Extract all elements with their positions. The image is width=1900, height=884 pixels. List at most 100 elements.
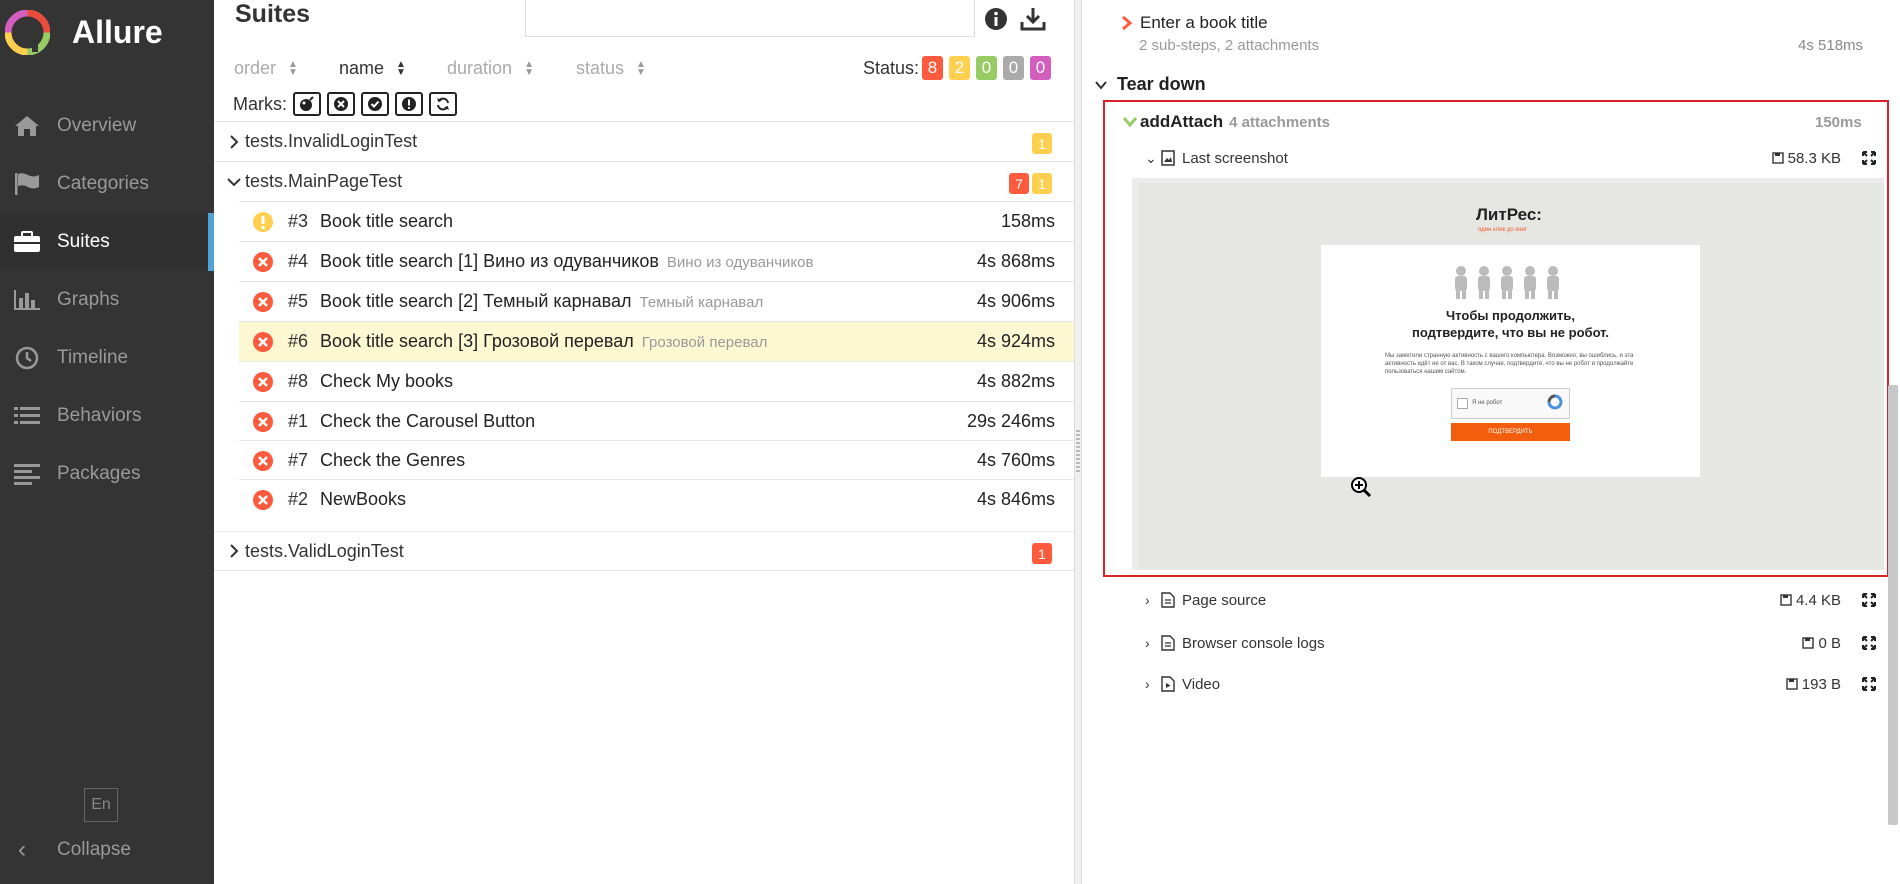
- sort-arrows-icon: ▲ ▼: [396, 58, 406, 78]
- captcha-card: Чтобы продолжить, подтвердите, что вы не…: [1321, 245, 1700, 477]
- attachment-video[interactable]: › Video 193 B: [1145, 669, 1885, 699]
- splitter-grip[interactable]: [1076, 430, 1080, 474]
- suite-group-invalid-login[interactable]: tests.InvalidLoginTest 1: [214, 121, 1074, 161]
- test-row-selected[interactable]: #6 Book title search [3] Грозовой перева…: [239, 321, 1074, 361]
- status-failed-toggle[interactable]: 8: [922, 56, 943, 80]
- step-enter-book-title[interactable]: Enter a book title: [1120, 13, 1268, 33]
- test-title: Check the Carousel Button: [320, 411, 536, 431]
- recaptcha-icon: [1547, 394, 1563, 410]
- new-broken-icon[interactable]: [395, 92, 423, 116]
- test-duration: 29s 246ms: [966, 411, 1055, 431]
- chevron-left-icon: ‹: [18, 836, 26, 863]
- suite-group-valid-login[interactable]: tests.ValidLoginTest 1: [214, 531, 1074, 571]
- step-duration: 4s 518ms: [1798, 37, 1864, 54]
- failed-status-icon: [253, 371, 273, 392]
- expand-icon[interactable]: [1861, 592, 1877, 608]
- captcha-text: Мы заметили странную активность с вашего…: [1385, 353, 1634, 375]
- sidebar-item-overview[interactable]: Overview: [0, 97, 214, 155]
- teardown-section[interactable]: Tear down: [1094, 74, 1206, 95]
- status-passed-toggle[interactable]: 0: [976, 56, 997, 80]
- attachment-page-source[interactable]: › Page source 4.4 KB: [1145, 585, 1885, 615]
- attachment-size: 193 B: [1786, 676, 1841, 693]
- expand-icon[interactable]: [1861, 635, 1877, 651]
- status-broken-toggle[interactable]: 2: [949, 56, 970, 80]
- test-name: Check the Carousel Button: [320, 411, 543, 432]
- failed-status-icon: [253, 331, 273, 352]
- logo[interactable]: Allure: [5, 10, 163, 55]
- marks-label: Marks:: [233, 93, 287, 114]
- test-duration: 4s 906ms: [976, 291, 1055, 311]
- sidebar-item-packages[interactable]: Packages: [0, 445, 214, 503]
- attachment-size: 0 B: [1802, 635, 1841, 652]
- sidebar-item-label: Packages: [57, 463, 141, 484]
- zoom-in-cursor-icon: [1351, 477, 1372, 498]
- size-value: 193 B: [1801, 675, 1841, 693]
- collapse-button[interactable]: ‹ Collapse: [0, 826, 214, 874]
- video-file-icon: [1161, 676, 1175, 692]
- clock-icon: [12, 346, 42, 370]
- test-title: Book title search [3] Грозовой перевал: [320, 331, 634, 351]
- test-number: #2: [288, 489, 309, 509]
- sidebar-item-behaviors[interactable]: Behaviors: [0, 387, 214, 445]
- suite-group-main-page[interactable]: tests.MainPageTest 7 1: [214, 161, 1074, 201]
- image-file-icon: [1161, 150, 1175, 166]
- expand-icon[interactable]: [1861, 150, 1877, 166]
- new-failed-icon[interactable]: [327, 92, 355, 116]
- new-passed-icon[interactable]: [361, 92, 389, 116]
- attachment-browser-console-logs[interactable]: › Browser console logs 0 B: [1145, 628, 1885, 658]
- test-row[interactable]: #4 Book title search [1] Вино из одуванч…: [239, 241, 1074, 281]
- confirm-button: ПОДТВЕРДИТЬ: [1451, 423, 1570, 441]
- status-skipped-toggle[interactable]: 0: [1003, 56, 1024, 80]
- info-icon[interactable]: [982, 5, 1010, 33]
- test-row[interactable]: #3 Book title search 158ms: [239, 201, 1074, 241]
- screenshot-image: ЛитРес: один клик до книг Чтобы продолжи…: [1138, 183, 1884, 570]
- sort-arrows-icon: ▲ ▼: [524, 58, 534, 78]
- litres-logo: ЛитРес:: [1476, 205, 1542, 224]
- sort-duration[interactable]: duration ▲ ▼: [447, 58, 534, 79]
- section-title: Tear down: [1117, 74, 1206, 94]
- screenshot-preview[interactable]: ЛитРес: один клик до книг Чтобы продолжи…: [1132, 178, 1884, 570]
- suites-pane: Suites order ▲ ▼ name ▲ ▼ duration ▲ ▼ status ▲…: [214, 0, 1074, 884]
- sort-label: name: [339, 58, 385, 78]
- test-duration: 4s 868ms: [976, 251, 1055, 271]
- attachment-name: Video: [1182, 675, 1221, 693]
- sort-order[interactable]: order ▲ ▼: [234, 58, 298, 79]
- test-name: Check the Genres: [320, 450, 473, 471]
- save-icon: [1786, 678, 1798, 690]
- sidebar-item-categories[interactable]: Categories: [0, 155, 214, 213]
- chevron-down-icon: [227, 177, 241, 186]
- flaky-icon[interactable]: [293, 92, 321, 116]
- test-name: Book title search: [320, 211, 461, 232]
- search-input[interactable]: [525, 0, 975, 37]
- sidebar-item-timeline[interactable]: Timeline: [0, 329, 214, 387]
- count-badge: 1: [1032, 173, 1052, 194]
- sidebar-item-suites[interactable]: Suites: [0, 213, 214, 271]
- test-row[interactable]: #2 NewBooks 4s 846ms: [239, 479, 1074, 519]
- test-row[interactable]: #7 Check the Genres 4s 760ms: [239, 440, 1074, 480]
- retries-icon[interactable]: [429, 92, 457, 116]
- attachment-last-screenshot[interactable]: ⌄ Last screenshot 58.3 KB: [1145, 143, 1885, 173]
- test-param: Грозовой перевал: [641, 334, 768, 351]
- list-icon: [12, 404, 42, 428]
- test-row[interactable]: #5 Book title search [2] Темный карнавал…: [239, 281, 1074, 321]
- step-add-attach[interactable]: addAttach 4 attachments: [1122, 112, 1330, 132]
- scrollbar-thumb[interactable]: [1888, 385, 1898, 825]
- test-row[interactable]: #8 Check My books 4s 882ms: [239, 361, 1074, 401]
- test-row[interactable]: #1 Check the Carousel Button 29s 246ms: [239, 401, 1074, 441]
- sort-name[interactable]: name ▲ ▼: [339, 58, 406, 79]
- sort-label: status: [576, 58, 625, 78]
- download-icon[interactable]: [1019, 5, 1047, 33]
- file-text-icon: [1161, 635, 1175, 651]
- sidebar-item-label: Timeline: [57, 347, 129, 368]
- test-name: Book title search [2] Темный карнавал Тем…: [320, 291, 763, 312]
- sort-status[interactable]: status ▲ ▼: [576, 58, 646, 79]
- status-unknown-toggle[interactable]: 0: [1030, 56, 1051, 80]
- test-duration: 4s 760ms: [976, 450, 1055, 470]
- chevron-right-icon: ›: [1145, 592, 1150, 608]
- language-button[interactable]: En: [84, 788, 118, 822]
- step-name: addAttach: [1140, 112, 1224, 131]
- file-text-icon: [1161, 592, 1175, 608]
- expand-icon[interactable]: [1861, 676, 1877, 692]
- chevron-down-icon: ⌄: [1145, 149, 1157, 166]
- sidebar-item-graphs[interactable]: Graphs: [0, 271, 214, 329]
